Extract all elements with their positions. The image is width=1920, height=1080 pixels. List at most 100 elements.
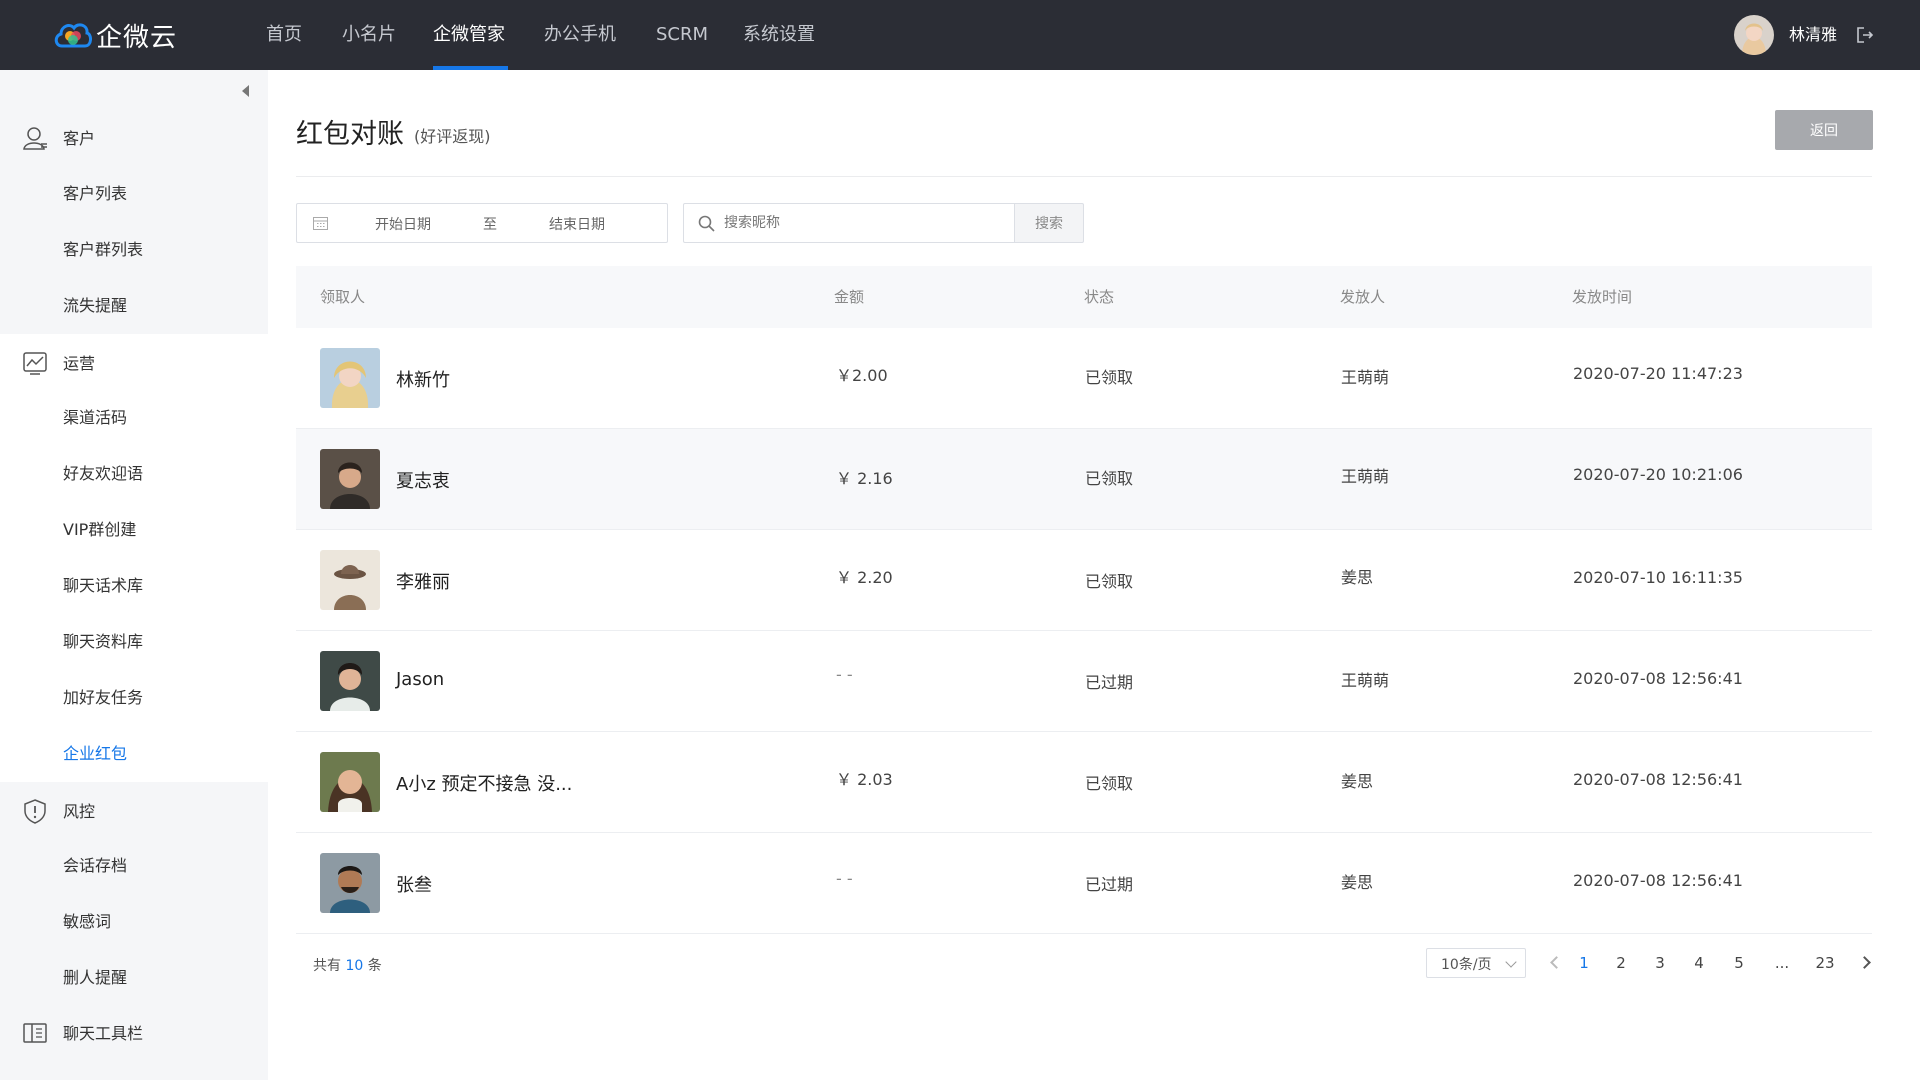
sidebar-item-chat-archive[interactable]: 会话存档: [63, 854, 127, 878]
nav-card[interactable]: 小名片: [342, 0, 396, 70]
sidebar-item-vip-group[interactable]: VIP群创建: [63, 518, 136, 542]
receiver-avatar: [320, 651, 380, 711]
nav-office-phone[interactable]: 办公手机: [544, 0, 616, 70]
sidebar-item-sensitive-words[interactable]: 敏感词: [63, 910, 111, 934]
table-row[interactable]: Jason - - 已过期 王萌萌 2020-07-08 12:56:41: [296, 631, 1872, 732]
date-range-picker[interactable]: 开始日期 至 结束日期: [296, 203, 668, 243]
status: 已过期: [1085, 673, 1134, 692]
page-23[interactable]: 23: [1812, 951, 1838, 975]
sidebar-group-label: 运营: [63, 354, 96, 373]
nav-home[interactable]: 首页: [266, 0, 302, 70]
receiver-avatar: [320, 449, 380, 509]
table-row[interactable]: 夏志衷 ￥ 2.16 已领取 王萌萌 2020-07-20 10:21:06: [296, 429, 1872, 530]
page-subtitle: (好评返现): [414, 127, 491, 146]
total-prefix: 共有: [313, 958, 341, 974]
sidebar-item-red-packet[interactable]: 企业红包: [63, 742, 127, 766]
sidebar-item-channel-qrcode[interactable]: 渠道活码: [63, 406, 127, 430]
issuer: 王萌萌: [1341, 467, 1390, 486]
page-1[interactable]: 1: [1574, 951, 1594, 975]
issuer: 王萌萌: [1341, 671, 1390, 690]
total-count: 共有 10 条: [313, 955, 382, 975]
end-date-input[interactable]: 结束日期: [549, 214, 605, 234]
cloud-logo-icon: [54, 23, 92, 48]
sidebar-collapse-icon[interactable]: [242, 85, 249, 97]
page-5[interactable]: 5: [1729, 951, 1749, 975]
table-row[interactable]: A小z 预定不接急 没... ￥ 2.03 已领取 姜思 2020-07-08 …: [296, 732, 1872, 833]
sidebar-item-churn-alert[interactable]: 流失提醒: [63, 294, 127, 318]
nav-manager[interactable]: 企微管家: [433, 0, 505, 70]
sidebar-item-customer-list[interactable]: 客户列表: [63, 182, 127, 206]
column-header-status: 状态: [1084, 288, 1115, 306]
amount: - -: [836, 869, 853, 888]
issue-time: 2020-07-08 12:56:41: [1573, 669, 1743, 688]
calendar-icon: [313, 217, 328, 230]
start-date-input[interactable]: 开始日期: [375, 214, 431, 234]
column-header-amount: 金额: [834, 288, 865, 306]
table-row[interactable]: 林新竹 ￥2.00 已领取 王萌萌 2020-07-20 11:47:23: [296, 328, 1872, 429]
active-nav-underline: [433, 66, 508, 70]
sidebar-item-welcome-message[interactable]: 好友欢迎语: [63, 462, 143, 486]
status: 已过期: [1085, 875, 1134, 894]
chart-icon: [23, 352, 47, 375]
receiver-name: Jason: [396, 669, 445, 690]
user-icon: [23, 127, 47, 150]
amount: - -: [836, 665, 853, 684]
sidebar-item-add-friend-task[interactable]: 加好友任务: [63, 686, 143, 710]
sidebar-group-chat-toolbar[interactable]: 聊天工具栏: [0, 1004, 268, 1060]
total-suffix: 条: [367, 958, 382, 974]
prev-page-icon[interactable]: [1550, 956, 1563, 969]
logo[interactable]: 企微云: [52, 16, 177, 54]
sidebar-group-label: 客户: [63, 129, 96, 148]
status: 已领取: [1085, 774, 1134, 793]
receiver-avatar: [320, 853, 380, 913]
nav-scrm[interactable]: SCRM: [656, 0, 708, 70]
issue-time: 2020-07-20 11:47:23: [1573, 364, 1743, 383]
header-divider: [296, 176, 1872, 177]
issue-time: 2020-07-08 12:56:41: [1573, 770, 1743, 789]
sidebar-item-delete-alert[interactable]: 删人提醒: [63, 966, 127, 990]
amount: ￥ 2.20: [836, 568, 893, 587]
sidebar-group-operation[interactable]: 运营: [0, 334, 268, 390]
sidebar-group-risk[interactable]: 风控: [0, 782, 268, 838]
page-3[interactable]: 3: [1650, 951, 1670, 975]
receiver-name: 张叁: [396, 875, 432, 896]
table-row[interactable]: 张叁 - - 已过期 姜思 2020-07-08 12:56:41: [296, 833, 1872, 934]
search-icon: [698, 215, 715, 232]
page-4[interactable]: 4: [1689, 951, 1709, 975]
column-header-receiver: 领取人: [320, 288, 366, 306]
page-2[interactable]: 2: [1611, 951, 1631, 975]
issue-time: 2020-07-20 10:21:06: [1573, 465, 1743, 484]
issuer: 王萌萌: [1341, 368, 1390, 387]
issue-time: 2020-07-10 16:11:35: [1573, 568, 1743, 587]
sidebar-item-customer-group-list[interactable]: 客户群列表: [63, 238, 143, 262]
page-ellipsis[interactable]: ...: [1769, 951, 1795, 975]
search-field[interactable]: [683, 203, 1015, 243]
page-size-select[interactable]: 10条/页: [1426, 948, 1526, 978]
search-input[interactable]: [724, 212, 1004, 234]
sidebar-group-customer[interactable]: 客户: [0, 109, 268, 165]
user-name[interactable]: 林清雅: [1789, 0, 1837, 70]
sidebar-item-chat-materials[interactable]: 聊天资料库: [63, 630, 143, 654]
top-navbar: 企微云 首页 小名片 企微管家 办公手机 SCRM 系统设置 林清雅: [0, 0, 1920, 70]
back-button[interactable]: 返回: [1775, 110, 1873, 150]
status: 已领取: [1085, 572, 1134, 591]
sidebar-group-label: 风控: [63, 802, 96, 821]
search-button[interactable]: 搜索: [1014, 203, 1084, 243]
table-row[interactable]: 李雅丽 ￥ 2.20 已领取 姜思 2020-07-10 16:11:35: [296, 530, 1872, 631]
user-avatar[interactable]: [1734, 15, 1774, 55]
issuer: 姜思: [1341, 772, 1374, 791]
receiver-avatar: [320, 550, 380, 610]
column-header-issuer: 发放人: [1340, 288, 1386, 306]
sidebar-item-chat-scripts[interactable]: 聊天话术库: [63, 574, 143, 598]
receiver-name: A小z 预定不接急 没...: [396, 774, 573, 795]
next-page-icon[interactable]: [1858, 956, 1871, 969]
issuer: 姜思: [1341, 568, 1374, 587]
logout-icon[interactable]: [1855, 25, 1875, 45]
issue-time: 2020-07-08 12:56:41: [1573, 871, 1743, 890]
receiver-name: 李雅丽: [396, 572, 450, 593]
column-header-time: 发放时间: [1572, 288, 1633, 306]
receiver-avatar: [320, 348, 380, 408]
page-size-value: 10条/页: [1441, 957, 1492, 973]
nav-settings[interactable]: 系统设置: [743, 0, 815, 70]
date-range-separator: 至: [483, 217, 497, 233]
